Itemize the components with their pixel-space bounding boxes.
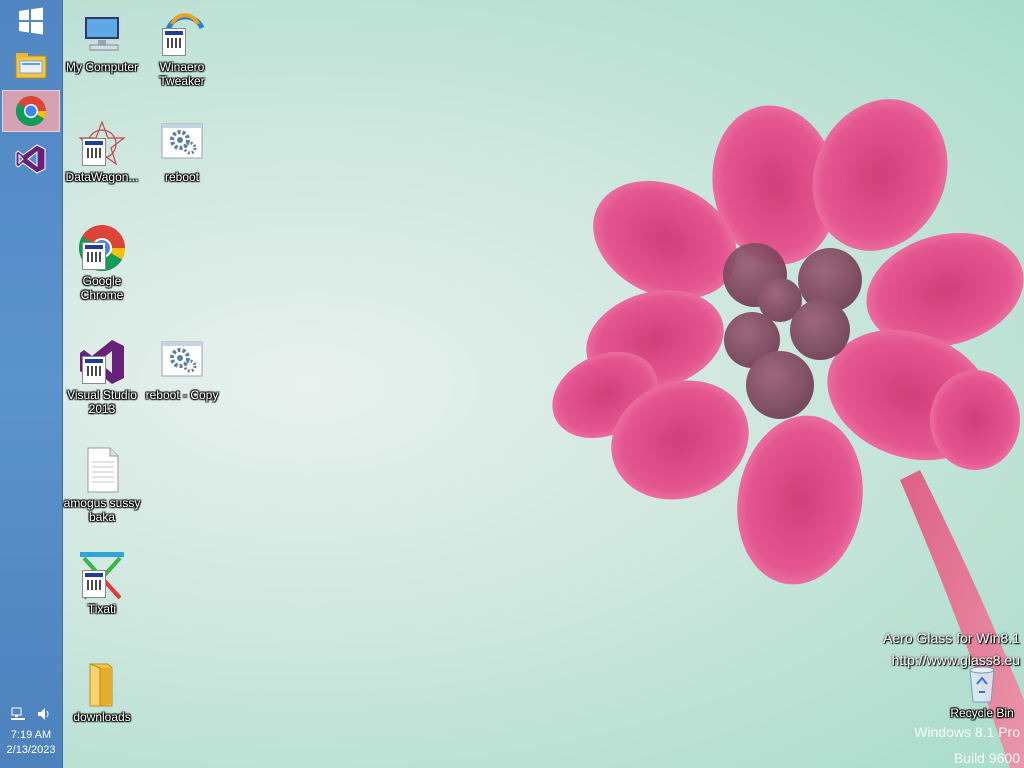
visual-studio-icon <box>15 144 46 174</box>
taskbar-visual-studio[interactable] <box>2 138 60 180</box>
desktop-icon-datawagon[interactable]: DataWagon... <box>62 120 142 184</box>
taskbar-file-explorer[interactable] <box>2 44 60 86</box>
file-explorer-icon <box>15 53 47 79</box>
icon-label: amogus sussy baka <box>63 496 141 524</box>
desktop-icon-visual-studio[interactable]: Visual Studio 2013 <box>62 338 142 416</box>
start-button[interactable] <box>2 0 60 42</box>
clock-time[interactable]: 7:19 AM <box>0 728 62 743</box>
app-shortcut-icon <box>162 28 186 56</box>
app-shortcut-icon <box>82 356 106 384</box>
recycle-bin-icon <box>969 666 995 703</box>
icon-label: reboot - Copy <box>145 388 219 402</box>
desktop-icon-recycle-bin[interactable]: Recycle Bin <box>942 664 1022 720</box>
app-shortcut-icon <box>82 242 106 270</box>
icon-label: My Computer <box>65 60 139 74</box>
taskbar-chrome[interactable] <box>2 90 60 132</box>
icon-label: reboot <box>164 170 200 184</box>
folder-icon <box>89 663 113 707</box>
computer-icon <box>83 15 121 51</box>
desktop-icon-reboot-copy[interactable]: reboot - Copy <box>142 338 222 402</box>
icon-label: Tixati <box>87 602 117 616</box>
settings-gear-icon <box>161 341 203 377</box>
desktop-icon-my-computer[interactable]: My Computer <box>62 10 142 74</box>
desktop-icon-winaero-tweaker[interactable]: Winaero Tweaker <box>142 10 222 88</box>
system-tray: 7:19 AM 2/13/2023 <box>0 706 62 768</box>
desktop-icon-reboot[interactable]: reboot <box>142 120 222 184</box>
app-shortcut-icon <box>82 570 106 598</box>
icon-label: DataWagon... <box>65 170 139 184</box>
windows-start-icon <box>19 7 43 35</box>
windows-version-watermark: Windows 8.1 Pro <box>914 724 1020 740</box>
desktop-icon-google-chrome[interactable]: Google Chrome <box>62 224 142 302</box>
aero-glass-watermark: Aero Glass for Win8.1 <box>883 630 1020 646</box>
volume-icon[interactable] <box>36 706 52 722</box>
icon-label: Google Chrome <box>80 274 124 302</box>
network-icon[interactable] <box>10 706 26 722</box>
clock-date[interactable]: 2/13/2023 <box>0 743 62 758</box>
taskbar: 7:19 AM 2/13/2023 <box>0 0 63 768</box>
icon-label: Recycle Bin <box>950 706 1014 720</box>
text-file-icon <box>87 447 119 493</box>
desktop-icon-downloads[interactable]: downloads <box>62 660 142 724</box>
icon-label: downloads <box>73 710 131 724</box>
build-watermark: Build 9600 <box>953 750 1020 766</box>
app-shortcut-icon <box>82 138 106 166</box>
settings-gear-icon <box>161 123 203 159</box>
chrome-icon <box>15 96 47 127</box>
desktop-icon-amogus-sussy-baka[interactable]: amogus sussy baka <box>62 446 142 524</box>
icon-label: Winaero Tweaker <box>159 60 205 88</box>
desktop-icon-tixati[interactable]: Tixati <box>62 552 142 616</box>
icon-label: Visual Studio 2013 <box>67 388 137 416</box>
